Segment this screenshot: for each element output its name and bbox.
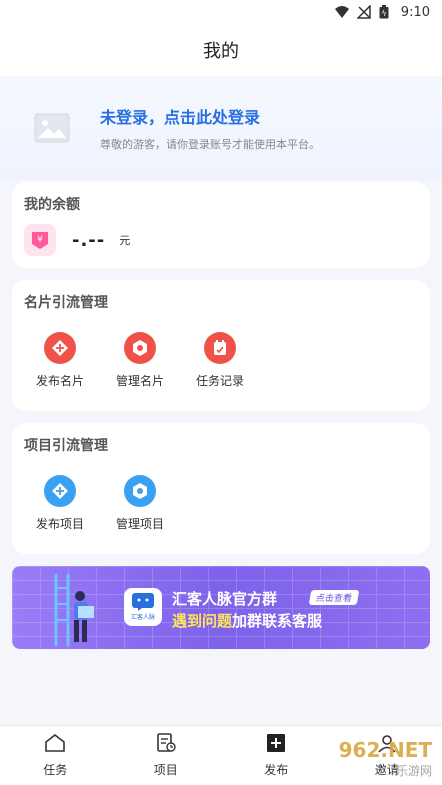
- card-management-title: 名片引流管理: [24, 295, 108, 311]
- balance-card: 我的余额 ¥ -.-- 元: [12, 182, 430, 268]
- svg-text:ϟ: ϟ: [381, 9, 386, 18]
- manage-project-label: 管理项目: [115, 517, 164, 531]
- banner-view-badge[interactable]: 点击查看: [308, 590, 360, 605]
- page-header: 我的: [0, 24, 442, 76]
- banner-line2-rest: 加群联系客服: [232, 612, 323, 630]
- svg-text:¥: ¥: [37, 235, 43, 245]
- publish-project-label: 发布项目: [35, 517, 84, 531]
- manage-card-icon: [124, 332, 156, 364]
- publish-card-button[interactable]: 发布名片: [24, 332, 96, 389]
- no-signal-icon: [355, 4, 371, 19]
- balance-unit: 元: [119, 234, 131, 247]
- project-management-section: 项目引流管理 发布项目 管理项目: [12, 423, 430, 554]
- login-subtitle: 尊敬的游客，请你登录账号才能使用本平台。: [100, 138, 320, 151]
- tab-project-label: 项目: [153, 763, 178, 777]
- tab-publish[interactable]: 发布: [221, 726, 332, 785]
- manage-card-label: 管理名片: [115, 374, 164, 388]
- project-icon: [155, 733, 177, 757]
- manage-card-button[interactable]: 管理名片: [104, 332, 176, 389]
- task-record-icon: [204, 332, 236, 364]
- battery-icon: ϟ: [379, 5, 393, 19]
- banner-line1: 汇客人脉官方群: [172, 590, 278, 608]
- wifi-icon: [334, 5, 349, 19]
- watermark-text: 962.NET: [338, 738, 432, 762]
- tab-publish-label: 发布: [264, 763, 289, 777]
- login-banner[interactable]: 未登录，点击此处登录 尊敬的游客，请你登录账号才能使用本平台。: [0, 76, 442, 180]
- publish-project-button[interactable]: 发布项目: [24, 475, 96, 532]
- site-watermark: 962.NET 乐游网: [339, 738, 432, 779]
- plus-icon: [266, 733, 286, 757]
- task-record-button[interactable]: 任务记录: [184, 332, 256, 389]
- balance-value: -.--: [72, 229, 106, 251]
- manage-project-button[interactable]: 管理项目: [104, 475, 176, 532]
- banner-line2: 遇到问题加群联系客服: [172, 610, 322, 631]
- manage-project-icon: [124, 475, 156, 507]
- tab-task-label: 任务: [43, 763, 68, 777]
- page-title: 我的: [203, 41, 239, 62]
- app-logo-icon: 汇客人脉: [124, 588, 162, 626]
- logo-caption: 汇客人脉: [130, 614, 155, 621]
- project-management-title: 项目引流管理: [24, 438, 108, 454]
- publish-card-label: 发布名片: [35, 374, 84, 388]
- balance-title: 我的余额: [24, 197, 80, 213]
- avatar-placeholder-icon: [22, 98, 82, 158]
- watermark-sub: 乐游网: [395, 764, 432, 778]
- banner-line2-highlight: 遇到问题: [172, 612, 233, 630]
- task-record-label: 任务记录: [195, 374, 244, 388]
- tab-task[interactable]: 任务: [0, 726, 111, 785]
- person-illustration-icon: [50, 574, 100, 649]
- publish-card-icon: [44, 332, 76, 364]
- home-icon: [44, 733, 66, 757]
- tab-project[interactable]: 项目: [111, 726, 222, 785]
- yuan-icon: ¥: [24, 224, 56, 256]
- status-time: 9:10: [400, 4, 430, 20]
- login-link[interactable]: 未登录，点击此处登录: [100, 104, 320, 128]
- card-management-section: 名片引流管理 发布名片 管理名片 任务记录: [12, 280, 430, 411]
- official-group-banner[interactable]: 汇客人脉 汇客人脉官方群 点击查看 遇到问题加群联系客服: [12, 566, 430, 649]
- status-bar: ϟ 9:10: [0, 0, 442, 24]
- publish-project-icon: [44, 475, 76, 507]
